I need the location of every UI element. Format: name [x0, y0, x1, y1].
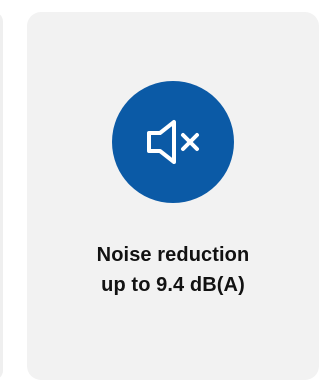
- mute-speaker-icon: [112, 81, 234, 203]
- feature-title: Noise reduction: [96, 244, 250, 266]
- feature-card-noise-reduction: Noise reduction up to 9.4 dB(A): [27, 12, 319, 380]
- feature-value: up to 9.4 dB(A): [101, 274, 245, 296]
- feature-carousel: Noise reduction up to 9.4 dB(A): [0, 0, 328, 392]
- feature-description: Noise reduction up to 9.4 dB(A): [27, 240, 319, 300]
- previous-feature-card[interactable]: [0, 12, 3, 380]
